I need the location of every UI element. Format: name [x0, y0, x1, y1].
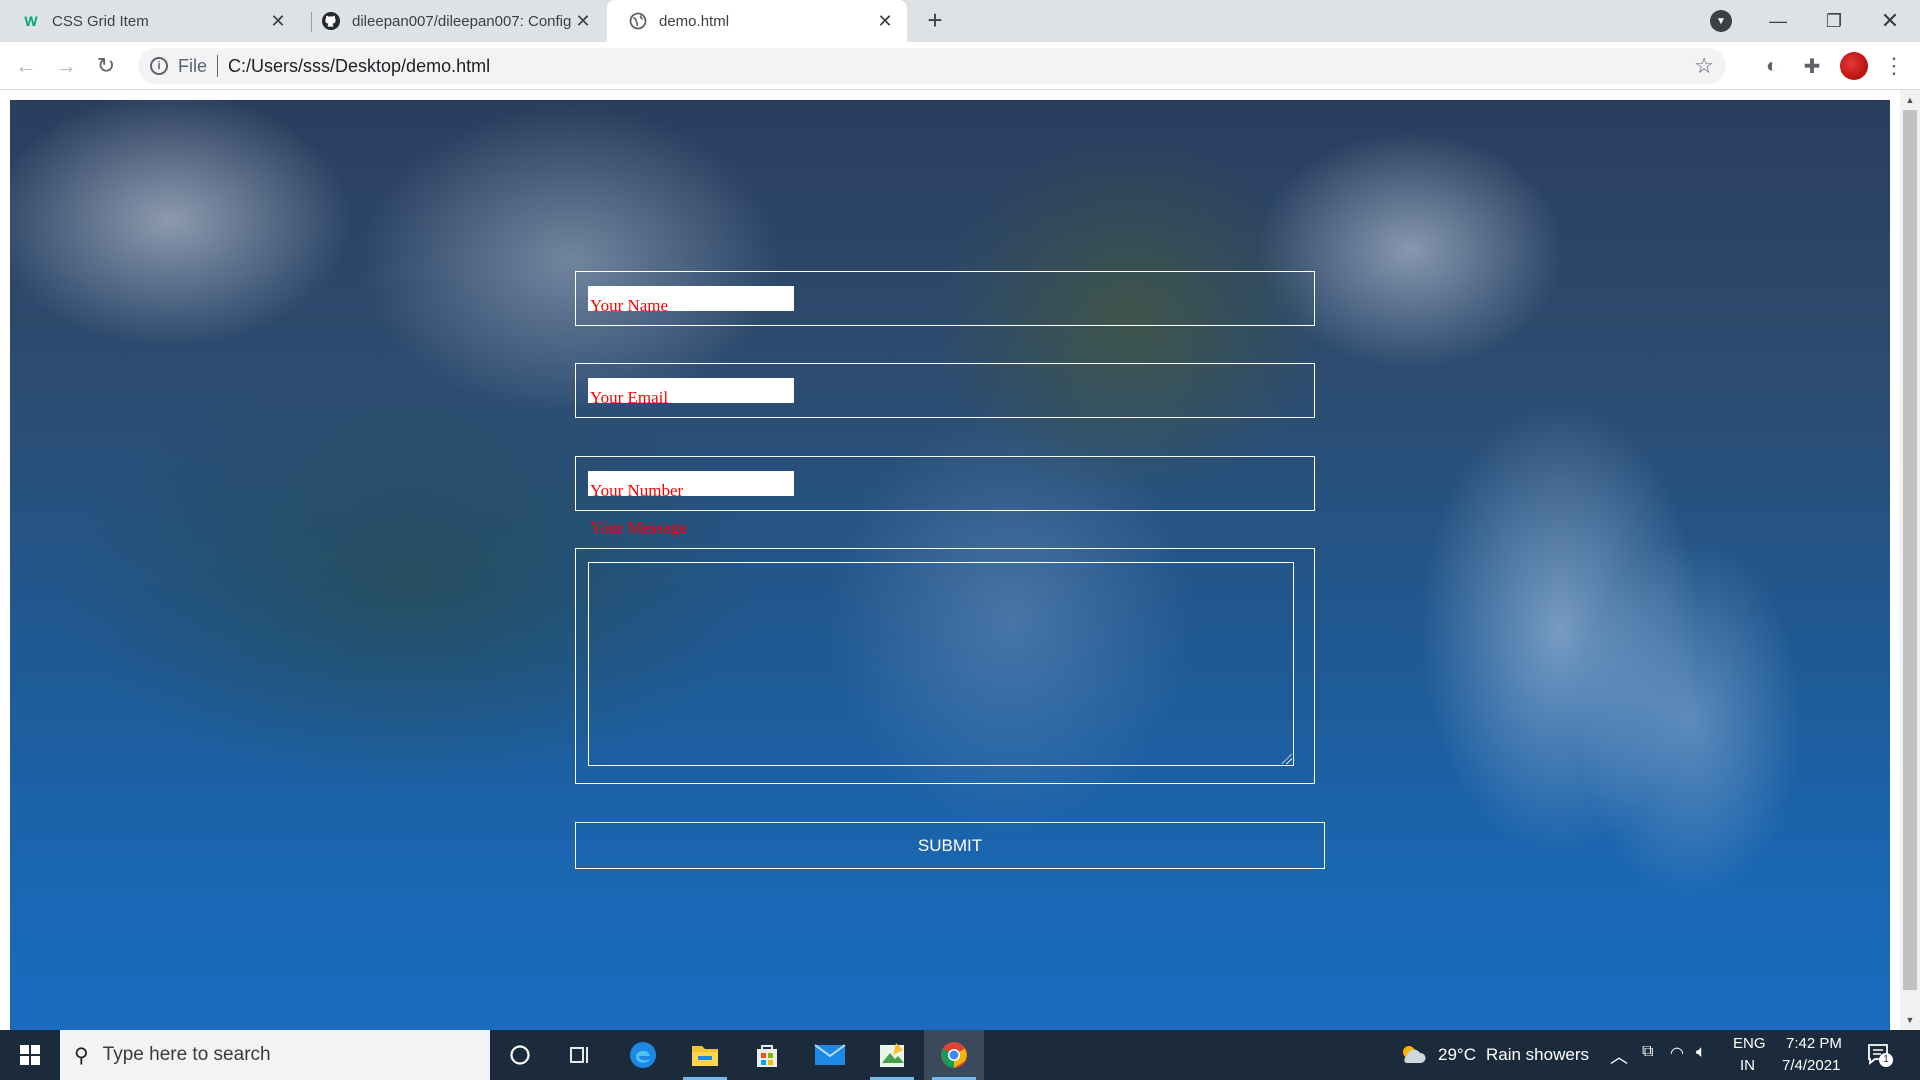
browser-tab-strip: W CSS Grid Item ✕ dileepan007/dileepan00… [0, 0, 1920, 42]
restore-icon[interactable]: ❐ [1806, 0, 1862, 42]
language-line1[interactable]: ENG [1733, 1035, 1766, 1052]
notification-center-icon[interactable]: 1 [1866, 1042, 1893, 1068]
tab-demo-html[interactable]: demo.html ✕ [607, 0, 907, 42]
scroll-down-icon[interactable]: ▼ [1900, 1012, 1920, 1028]
language-line2[interactable]: IN [1740, 1057, 1755, 1074]
weather-temp[interactable]: 29°C [1438, 1045, 1476, 1065]
windows-logo-icon [20, 1045, 40, 1065]
network-wifi-icon[interactable]: ◠ [1670, 1043, 1684, 1063]
bookmark-star-icon[interactable]: ☆ [1694, 53, 1714, 79]
number-field-box: Your Number [575, 456, 1315, 511]
number-label: Your Number [590, 481, 684, 500]
close-window-icon[interactable]: ✕ [1862, 0, 1918, 42]
email-field-box: Your Email [575, 363, 1315, 418]
message-field-box [575, 548, 1315, 784]
file-explorer-icon[interactable] [675, 1030, 735, 1080]
notification-badge: 1 [1879, 1053, 1893, 1067]
scroll-up-icon[interactable]: ▲ [1900, 92, 1920, 108]
info-icon[interactable]: i [150, 57, 168, 75]
reload-icon[interactable]: ↻ [90, 50, 122, 82]
volume-icon[interactable]: 🔈︎ [1696, 1042, 1706, 1062]
message-textarea[interactable] [588, 562, 1294, 766]
resize-handle-icon[interactable] [1282, 754, 1292, 764]
extension-icon[interactable]: ◐ [1758, 52, 1786, 80]
url-text[interactable]: C:/Users/sss/Desktop/demo.html [228, 56, 490, 77]
w3schools-icon: W [24, 13, 38, 29]
submit-button[interactable]: SUBMIT [575, 822, 1325, 869]
tab-label: demo.html [659, 12, 730, 30]
close-icon[interactable]: ✕ [573, 11, 593, 31]
name-field-box: Your Name [575, 271, 1315, 326]
store-icon[interactable] [737, 1030, 797, 1080]
tab-css-grid-item[interactable]: W CSS Grid Item ✕ [0, 0, 300, 42]
github-icon [322, 12, 340, 30]
puzzle-icon[interactable]: ✚ [1798, 52, 1826, 80]
address-divider [217, 55, 219, 77]
close-icon[interactable]: ✕ [268, 11, 288, 31]
weather-condition[interactable]: Rain showers [1486, 1045, 1589, 1065]
tab-search-icon[interactable]: ▼ [1710, 10, 1732, 32]
browser-toolbar: ← → ↻ i File C:/Users/sss/Desktop/demo.h… [0, 42, 1920, 90]
edge-icon[interactable] [613, 1030, 673, 1080]
tray-overflow-chevron-icon[interactable]: ︿ [1610, 1043, 1628, 1069]
scrollbar-thumb[interactable] [1903, 110, 1917, 990]
tab-github[interactable]: dileepan007/dileepan007: Config ✕ [300, 0, 605, 42]
email-label: Your Email [590, 388, 669, 407]
address-bar[interactable]: i File C:/Users/sss/Desktop/demo.html ☆ [138, 48, 1726, 84]
taskbar-search[interactable]: ⚲ Type here to search [60, 1030, 490, 1080]
minimize-icon[interactable]: — [1750, 0, 1806, 42]
paint-app-icon[interactable] [862, 1030, 922, 1080]
message-label: Your Message [590, 518, 687, 537]
clock-date[interactable]: 7/4/2021 [1782, 1057, 1840, 1074]
weather-icon[interactable] [1398, 1043, 1426, 1072]
cortana-icon[interactable] [490, 1030, 550, 1080]
start-button[interactable] [0, 1030, 60, 1080]
search-icon: ⚲ [74, 1044, 89, 1067]
mail-icon[interactable] [800, 1030, 860, 1080]
search-placeholder: Type here to search [102, 1044, 271, 1065]
chrome-icon[interactable] [924, 1030, 984, 1080]
tab-label: dileepan007/dileepan007: Config [352, 12, 572, 30]
new-tab-button[interactable]: + [922, 7, 948, 34]
close-icon[interactable]: ✕ [875, 11, 895, 31]
globe-icon [629, 12, 647, 30]
tab-label: CSS Grid Item [52, 12, 149, 30]
scheme-label: File [178, 55, 208, 76]
windows-taskbar: ⚲ Type here to search 29°C Rain showers … [0, 1030, 1920, 1080]
back-icon[interactable]: ← [10, 50, 42, 82]
name-label: Your Name [590, 296, 669, 315]
clock-time[interactable]: 7:42 PM [1786, 1035, 1842, 1052]
meet-now-icon[interactable]: ⧉ [1642, 1043, 1653, 1061]
menu-kebab-icon[interactable]: ⋮ [1880, 52, 1908, 80]
avatar[interactable] [1840, 52, 1868, 80]
task-view-icon[interactable] [550, 1030, 610, 1080]
forward-icon[interactable]: → [50, 50, 82, 82]
